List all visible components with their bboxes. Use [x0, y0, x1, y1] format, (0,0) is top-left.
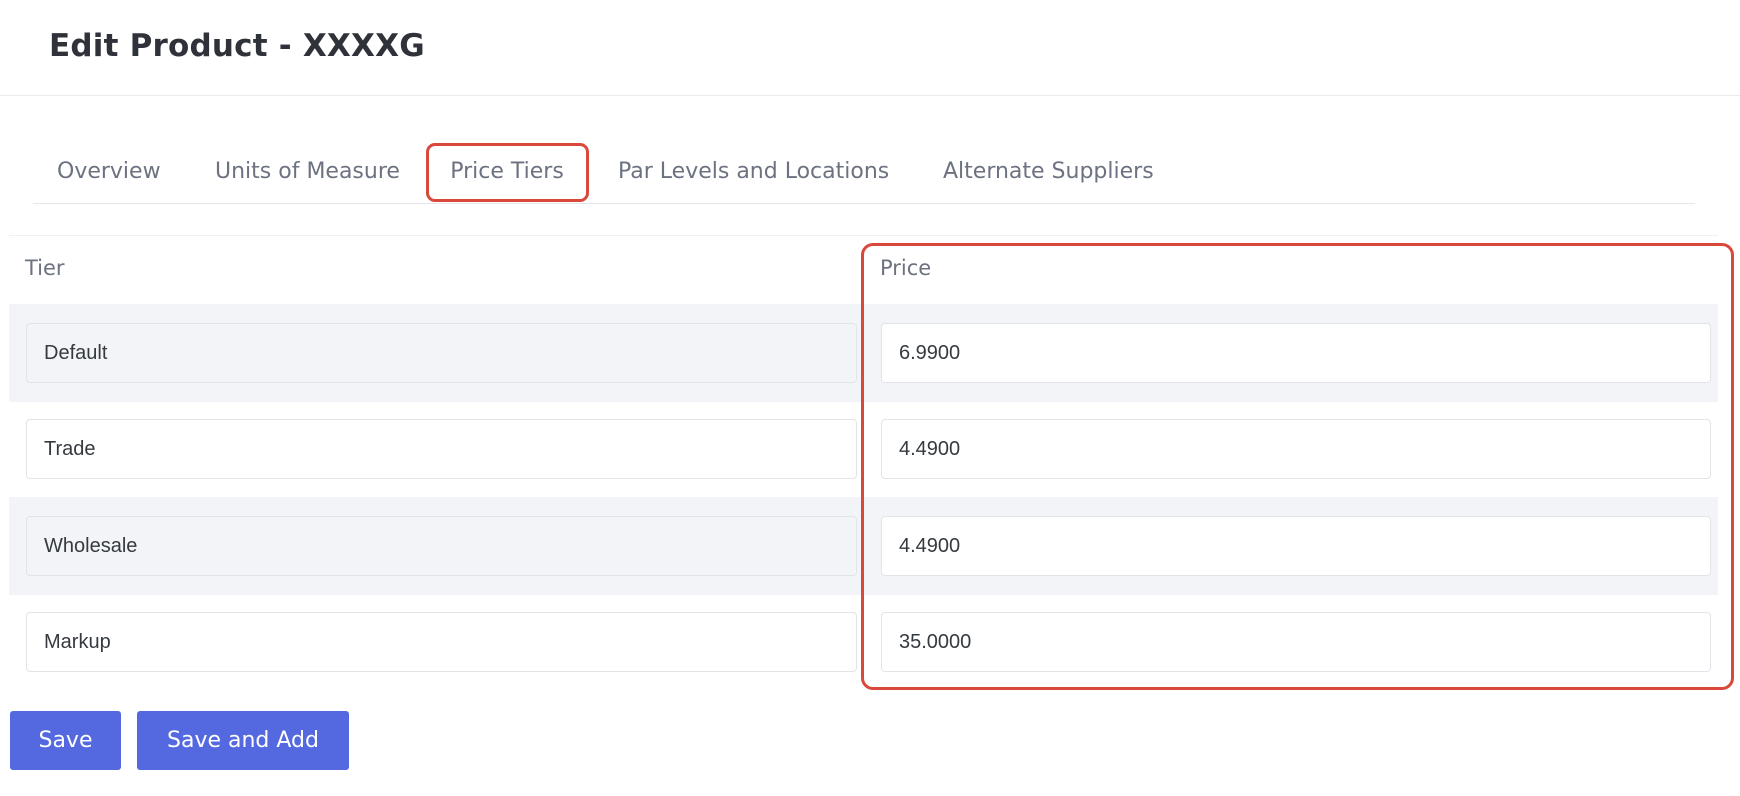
price-input[interactable]: 35.0000 — [881, 612, 1711, 672]
save-and-add-button[interactable]: Save and Add — [137, 711, 349, 770]
tier-name-field: Wholesale — [26, 516, 857, 576]
tab-par-levels-and-locations[interactable]: Par Levels and Locations — [618, 143, 889, 199]
tab-units-of-measure[interactable]: Units of Measure — [215, 143, 400, 199]
tab-overview[interactable]: Overview — [57, 143, 161, 199]
table-row: Markup 35.0000 — [9, 593, 1718, 691]
table-divider — [9, 235, 1718, 236]
price-input[interactable]: 4.4900 — [881, 516, 1711, 576]
tab-price-tiers[interactable]: Price Tiers — [426, 143, 588, 199]
column-header-tier: Tier — [25, 256, 65, 280]
tab-alternate-suppliers[interactable]: Alternate Suppliers — [943, 143, 1154, 199]
edit-product-page: Edit Product - XXXXG Overview Units of M… — [0, 0, 1740, 796]
tier-name-field: Trade — [26, 419, 857, 479]
price-input[interactable]: 4.4900 — [881, 419, 1711, 479]
table-row: Default 6.9900 — [9, 304, 1718, 402]
column-header-price: Price — [880, 256, 932, 280]
tier-name-field: Default — [26, 323, 857, 383]
page-header: Edit Product - XXXXG — [0, 0, 1740, 96]
table-row: Wholesale 4.4900 — [9, 497, 1718, 595]
save-button[interactable]: Save — [10, 711, 121, 770]
table-row: Trade 4.4900 — [9, 400, 1718, 498]
price-input[interactable]: 6.9900 — [881, 323, 1711, 383]
tab-bar: Overview Units of Measure Price Tiers Pa… — [33, 140, 1695, 204]
tier-name-field: Markup — [26, 612, 857, 672]
page-title: Edit Product - XXXXG — [49, 28, 425, 64]
